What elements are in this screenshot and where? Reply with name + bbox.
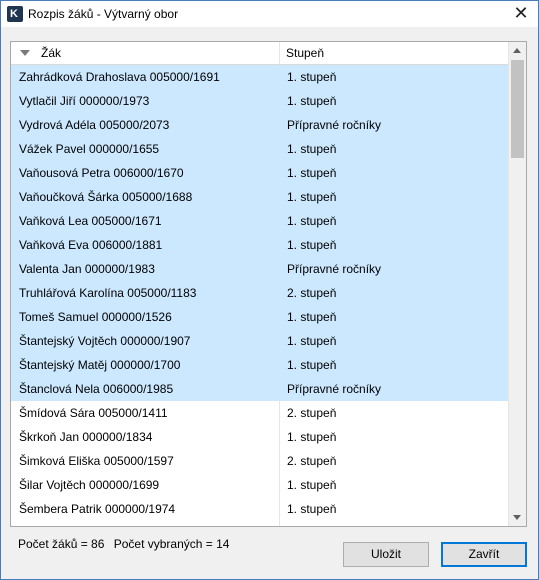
level-cell: Přípravné ročníky [287, 262, 382, 276]
student-name-cell: Šilar Vojtěch 000000/1699 [19, 478, 160, 492]
student-name-cell: Štanclová Nela 006000/1985 [19, 382, 174, 396]
level-cell: Přípravné ročníky [287, 382, 382, 396]
student-name-cell: Vydrová Adéla 005000/2073 [19, 118, 170, 132]
level-cell: 2. stupeň [287, 406, 337, 420]
level-cell: 1. stupeň [287, 214, 337, 228]
level-cell: 1. stupeň [287, 430, 337, 444]
table-row[interactable]: Vaňousová Petra 006000/1670 1. stupeň [11, 161, 509, 185]
column-header-level[interactable]: Stupeň [280, 42, 509, 64]
table-row[interactable]: Vaňková Lea 005000/1671 1. stupeň [11, 209, 509, 233]
level-cell: 2. stupeň [287, 286, 337, 300]
app-icon-letter: K [10, 8, 18, 20]
student-name-cell: Štantejský Matěj 000000/1700 [19, 358, 181, 372]
table-row[interactable]: Zahrádková Drahoslava 005000/1691 1. stup… [11, 65, 509, 89]
column-header-level-label: Stupeň [286, 46, 325, 60]
level-cell: Přípravné ročníky [287, 118, 382, 132]
student-name-cell: Tomeš Samuel 000000/1526 [19, 310, 172, 324]
student-name-cell: Zahrádková Drahoslava 005000/1691 [19, 70, 220, 84]
student-name-cell: Vaňoučková Šárka 005000/1688 [19, 190, 193, 204]
column-header-student-label: Žák [41, 46, 62, 60]
student-name-cell: Šmídová Sára 005000/1411 [19, 406, 168, 420]
sort-descending-icon [20, 50, 30, 56]
level-cell: 1. stupeň [287, 94, 337, 108]
scroll-up-arrow-icon[interactable] [509, 42, 526, 59]
student-name-cell: Vážek Pavel 000000/1655 [19, 142, 160, 156]
level-cell: 1. stupeň [287, 166, 337, 180]
table-row[interactable]: Štantejský Matěj 000000/1700 1. stupeň [11, 353, 509, 377]
table-row[interactable]: Tomeš Samuel 000000/1526 1. stupeň [11, 305, 509, 329]
close-button[interactable]: Zavřít [441, 542, 527, 567]
dialog-window: K Rozpis žáků - Výtvarný obor ✕ Žák Stup… [0, 0, 539, 580]
student-name-cell: Vaňková Eva 006000/1881 [19, 238, 163, 252]
vertical-scrollbar[interactable] [508, 42, 526, 526]
level-cell: 1. stupeň [287, 358, 337, 372]
level-cell: 1. stupeň [287, 478, 337, 492]
level-cell: 1. stupeň [287, 502, 337, 516]
table-header: Žák Stupeň [11, 42, 509, 65]
student-name-cell: Vytlačil Jiří 000000/1973 [19, 94, 150, 108]
student-name-cell: Vaňková Lea 005000/1671 [19, 214, 162, 228]
student-name-cell: Šembera Patrik 000000/1974 [19, 502, 176, 516]
level-cell: 1. stupeň [287, 310, 337, 324]
table-row[interactable]: Vaňoučková Šárka 005000/1688 1. stupeň [11, 185, 509, 209]
table-row[interactable]: Škrkoň Jan 000000/1834 1. stupeň [11, 425, 509, 449]
close-icon: ✕ [513, 3, 529, 23]
app-icon: K [7, 6, 23, 22]
save-button[interactable]: Uložit [343, 542, 429, 567]
level-cell: 1. stupeň [287, 190, 337, 204]
table-row[interactable]: Vážek Pavel 000000/1655 1. stupeň [11, 137, 509, 161]
level-cell: 2. stupeň [287, 454, 337, 468]
table-row[interactable]: Šmídová Sára 005000/1411 2. stupeň [11, 401, 509, 425]
students-table: Žák Stupeň Zahrádková Drahoslava 005000/… [10, 41, 527, 527]
table-row[interactable]: Štantejský Vojtěch 000000/1907 1. stupeň [11, 329, 509, 353]
table-row[interactable]: Vytlačil Jiří 000000/1973 1. stupeň [11, 89, 509, 113]
table-row[interactable]: Štanclová Nela 006000/1985 Přípravné ročn… [11, 377, 509, 401]
status-bar: Počet žáků = 86 Počet vybraných = 14 [18, 537, 235, 551]
scrollbar-thumb[interactable] [511, 60, 524, 158]
table-row[interactable]: Vaňková Eva 006000/1881 1. stupeň [11, 233, 509, 257]
level-cell: 1. stupeň [287, 238, 337, 252]
level-cell: 1. stupeň [287, 142, 337, 156]
table-row[interactable]: Šembera Patrik 000000/1974 1. stupeň [11, 497, 509, 521]
student-name-cell: Štantejský Vojtěch 000000/1907 [19, 334, 191, 348]
student-count: Počet žáků = 86 [18, 537, 105, 551]
level-cell: 1. stupeň [287, 334, 337, 348]
table-row[interactable]: Vydrová Adéla 005000/2073 Přípravné roční… [11, 113, 509, 137]
student-name-cell: Truhlářová Karolína 005000/1183 [19, 286, 197, 300]
table-row[interactable]: Šimková Eliška 005000/1597 2. stupeň [11, 449, 509, 473]
student-name-cell: Valenta Jan 000000/1983 [19, 262, 155, 276]
table-row[interactable]: Valenta Jan 000000/1983 Přípravné ročníky [11, 257, 509, 281]
table-row[interactable]: Šilar Vojtěch 000000/1699 1. stupeň [11, 473, 509, 497]
scroll-down-arrow-icon[interactable] [509, 509, 526, 526]
table-row[interactable]: Truhlářová Karolína 005000/1183 2. stupeň [11, 281, 509, 305]
level-cell: 1. stupeň [287, 70, 337, 84]
student-name-cell: Škrkoň Jan 000000/1834 [19, 430, 153, 444]
column-header-student[interactable]: Žák [11, 42, 280, 64]
student-name-cell: Šimková Eliška 005000/1597 [19, 454, 174, 468]
table-body: Zahrádková Drahoslava 005000/1691 1. stup… [11, 65, 509, 521]
selected-count: Počet vybraných = 14 [113, 537, 230, 551]
window-title: Rozpis žáků - Výtvarný obor [28, 7, 179, 21]
close-window-button[interactable]: ✕ [504, 1, 538, 27]
student-name-cell: Vaňousová Petra 006000/1670 [19, 166, 184, 180]
title-bar: K Rozpis žáků - Výtvarný obor ✕ [1, 1, 538, 27]
